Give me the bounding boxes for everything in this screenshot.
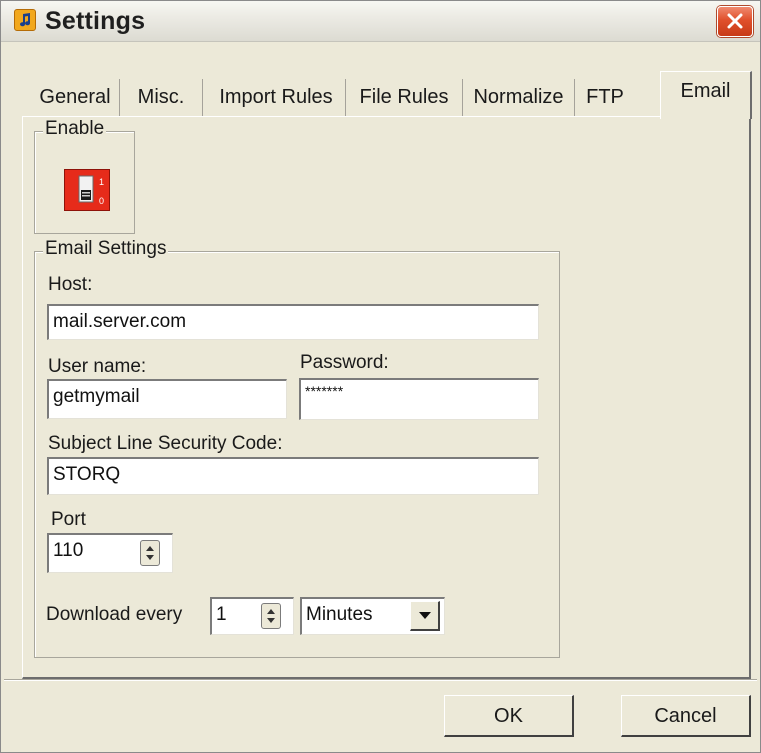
cancel-button[interactable]: Cancel xyxy=(621,695,751,737)
tab-email[interactable]: Email xyxy=(660,71,752,119)
port-label: Port xyxy=(51,509,86,530)
interval-unit-value: Minutes xyxy=(306,604,373,625)
tab-label: General xyxy=(39,86,111,108)
tab-label: FTP xyxy=(586,86,624,108)
music-note-icon xyxy=(14,9,36,31)
host-input[interactable]: mail.server.com xyxy=(47,304,539,340)
tab-label: File Rules xyxy=(359,86,449,108)
security-code-input[interactable]: STORQ xyxy=(47,457,539,495)
tab-normalize[interactable]: Normalize xyxy=(463,79,575,117)
tab-label: Import Rules xyxy=(219,86,333,108)
enable-legend: Enable xyxy=(43,118,107,140)
username-input[interactable]: getmymail xyxy=(47,379,287,419)
username-label: User name: xyxy=(48,356,147,377)
download-interval-input[interactable]: 1 xyxy=(210,597,294,635)
tab-ftp[interactable]: FTP xyxy=(575,79,635,117)
tab-label: Normalize xyxy=(473,86,564,108)
tab-general[interactable]: General xyxy=(31,79,120,117)
interval-unit-dropdown-button[interactable] xyxy=(410,601,440,631)
settings-window: Settings General Misc. Import Rules File… xyxy=(0,0,761,753)
download-every-label: Download every xyxy=(46,604,183,625)
host-label: Host: xyxy=(48,274,93,295)
tab-label: Misc. xyxy=(137,86,185,108)
port-spinner[interactable] xyxy=(140,540,160,566)
tab-label: Email xyxy=(680,80,731,102)
security-code-label: Subject Line Security Code: xyxy=(48,433,283,454)
password-input[interactable]: ******* xyxy=(299,378,539,420)
tab-misc[interactable]: Misc. xyxy=(120,79,203,117)
chevron-down-icon xyxy=(419,612,431,619)
email-settings-legend: Email Settings xyxy=(43,238,169,260)
tab-import-rules[interactable]: Import Rules xyxy=(207,79,346,117)
ok-button[interactable]: OK xyxy=(444,695,574,737)
tab-file-rules[interactable]: File Rules xyxy=(346,79,463,117)
spin-arrows-icon xyxy=(267,609,275,623)
download-interval-spinner[interactable] xyxy=(261,603,281,629)
close-button[interactable] xyxy=(717,6,753,37)
close-icon xyxy=(727,13,743,29)
window-title: Settings xyxy=(45,7,146,35)
password-label: Password: xyxy=(300,352,389,373)
footer-separator xyxy=(4,679,757,681)
enable-toggle-icon[interactable]: 1 0 xyxy=(64,169,110,211)
spin-arrows-icon xyxy=(146,546,154,560)
svg-text:0: 0 xyxy=(99,196,104,206)
svg-text:1: 1 xyxy=(99,177,104,187)
title-bar[interactable]: Settings xyxy=(1,1,760,42)
